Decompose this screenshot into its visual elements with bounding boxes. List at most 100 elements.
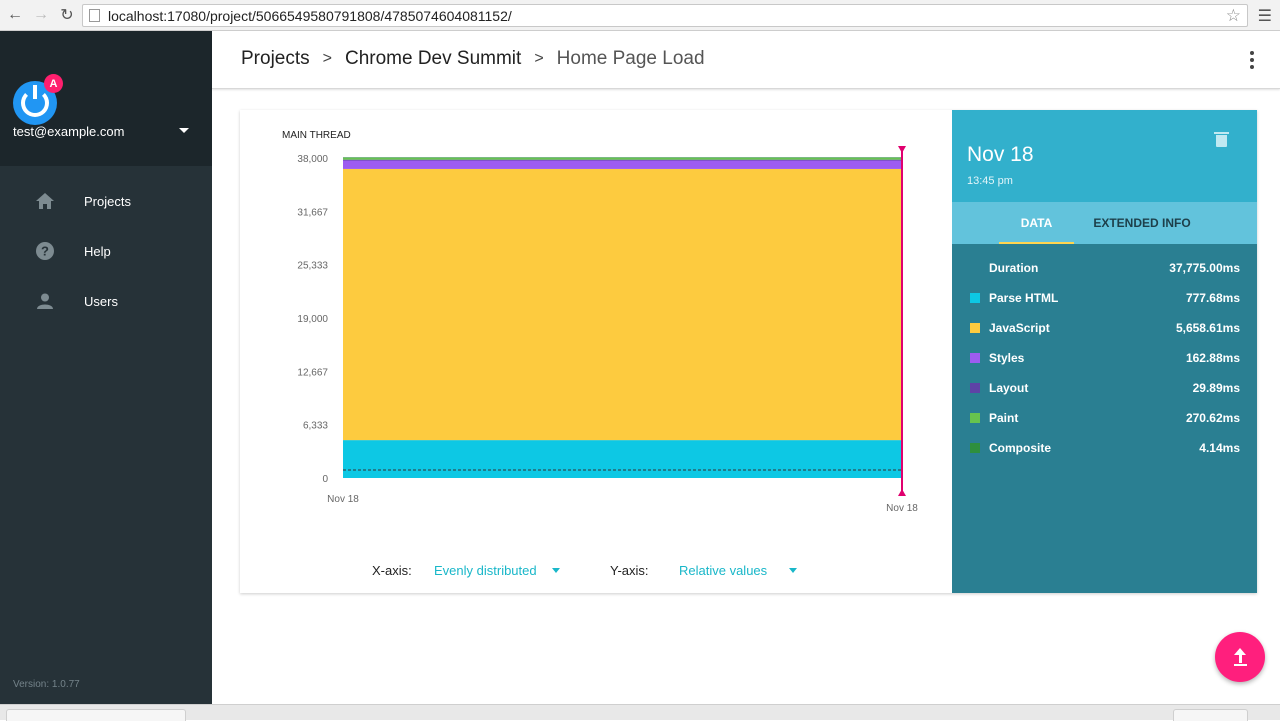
y-tick-label: 0 (322, 474, 328, 485)
more-vert-icon[interactable] (1250, 51, 1254, 69)
power-icon (21, 85, 49, 117)
y-tick-label: 25,333 (297, 261, 328, 272)
show-all-downloads-button[interactable] (1173, 709, 1248, 721)
sidebar: A test@example.com Projects ? Help Users… (0, 31, 212, 704)
detail-row: Layout 29.89ms (952, 378, 1257, 398)
reload-icon[interactable]: ↻ (56, 4, 78, 26)
detail-date: Nov 18 (967, 143, 1034, 166)
y-axis-label: Y-axis: (610, 563, 649, 578)
detail-row: Paint 270.62ms (952, 408, 1257, 428)
legend-swatch (970, 383, 980, 393)
detail-header: Nov 18 13:45 pm (952, 110, 1257, 202)
breadcrumb-projects[interactable]: Projects (241, 48, 310, 70)
area-series-javascript (343, 168, 902, 441)
detail-row-name: Styles (989, 351, 1025, 365)
logo-badge: A (44, 74, 63, 93)
y-tick-label: 19,000 (297, 314, 328, 325)
detail-row-name: Parse HTML (989, 291, 1059, 305)
y-tick-label: 12,667 (297, 367, 328, 378)
y-tick-label: 31,667 (297, 207, 328, 218)
legend-swatch (970, 353, 980, 363)
chart-title: MAIN THREAD (282, 130, 351, 141)
download-item[interactable] (6, 709, 186, 721)
tab-indicator (999, 242, 1074, 244)
selection-marker-top (898, 146, 906, 153)
page-icon (89, 9, 100, 22)
address-bar[interactable]: localhost:17080/project/5066549580791808… (82, 4, 1248, 27)
y-axis-select[interactable]: Relative values (679, 563, 767, 578)
y-tick-label: 38,000 (297, 154, 328, 165)
detail-row-value: 4.14ms (1199, 441, 1240, 455)
tab-data[interactable]: DATA (999, 202, 1074, 244)
detail-tabs: DATA EXTENDED INFO (952, 202, 1257, 244)
detail-row-value: 777.68ms (1185, 291, 1240, 305)
legend-swatch (970, 443, 980, 453)
sidebar-item-users[interactable]: Users (0, 276, 212, 326)
detail-row: Styles 162.88ms (952, 348, 1257, 368)
x-tick-label: Nov 18 (327, 494, 359, 505)
y-tick-label: 6,333 (303, 421, 328, 432)
detail-row-name: Layout (989, 381, 1029, 395)
bookmark-star-icon[interactable]: ☆ (1226, 6, 1241, 26)
upload-button[interactable] (1215, 632, 1265, 682)
detail-row-value: 162.88ms (1185, 351, 1240, 365)
url-text: localhost:17080/project/5066549580791808… (108, 7, 512, 24)
delete-icon[interactable] (1214, 132, 1229, 147)
detail-row: Composite 4.14ms (952, 438, 1257, 458)
detail-row-value: 270.62ms (1185, 411, 1240, 425)
legend-swatch (970, 293, 980, 303)
arrow-back-icon[interactable]: ← (4, 4, 26, 26)
home-icon (36, 192, 54, 210)
detail-row-value: 29.89ms (1192, 381, 1240, 395)
main-thread-chart[interactable]: MAIN THREAD 0 6,333 12,667 19,000 25,333 31,66… (240, 110, 952, 550)
svg-text:?: ? (41, 244, 49, 259)
detail-row-value: 37,775.00ms (1169, 261, 1240, 275)
user-email: test@example.com (13, 124, 125, 139)
detail-row: Duration 37,775.00ms (952, 258, 1257, 278)
area-series-parse-html (343, 440, 902, 478)
area-series-layout (343, 159, 902, 161)
area-series-paint (343, 158, 902, 160)
detail-row-name: Composite (989, 441, 1052, 455)
detail-time: 13:45 pm (967, 175, 1013, 187)
detail-row-name: JavaScript (989, 321, 1050, 335)
arrow-forward-icon[interactable]: → (30, 4, 52, 26)
detail-row-name: Paint (989, 411, 1019, 425)
detail-panel: Nov 18 13:45 pm DATA EXTENDED INFO Durat… (952, 110, 1257, 593)
legend-swatch (970, 323, 980, 333)
page-header: Projects > Chrome Dev Summit > Home Page… (212, 31, 1280, 89)
breadcrumb-project[interactable]: Chrome Dev Summit (345, 48, 521, 70)
area-series-composite (343, 157, 902, 158)
breadcrumb-separator: > (322, 50, 332, 67)
browser-toolbar: ← → ↻ localhost:17080/project/5066549580… (0, 0, 1280, 31)
y-axis-dropdown-icon[interactable] (789, 568, 797, 573)
browser-menu-icon[interactable]: ☰ (1258, 6, 1272, 26)
detail-row-name: Duration (989, 261, 1039, 275)
sidebar-item-label: Users (84, 293, 118, 309)
sidebar-item-projects[interactable]: Projects (0, 176, 212, 226)
version-text: Version: 1.0.77 (13, 679, 80, 690)
person-icon (36, 292, 54, 310)
x-tick-label: Nov 18 (886, 503, 918, 514)
detail-row: Parse HTML 777.68ms (952, 288, 1257, 308)
breadcrumb-current: Home Page Load (556, 48, 705, 69)
axis-controls: X-axis: Evenly distributed Y-axis: Relat… (240, 560, 952, 582)
area-series-styles (343, 160, 902, 169)
legend-swatch (970, 413, 980, 423)
sidebar-item-help[interactable]: ? Help (0, 226, 212, 276)
x-axis-dropdown-icon[interactable] (552, 568, 560, 573)
downloads-bar (0, 704, 1280, 721)
x-axis-select[interactable]: Evenly distributed (434, 563, 537, 578)
chart-area: MAIN THREAD 0 6,333 12,667 19,000 25,333 31,66… (240, 110, 952, 593)
account-dropdown-icon[interactable] (179, 128, 189, 133)
sidebar-item-label: Help (84, 243, 111, 259)
detail-row: JavaScript 5,658.61ms (952, 318, 1257, 338)
timeline-card: MAIN THREAD 0 6,333 12,667 19,000 25,333 31,66… (240, 110, 1257, 593)
detail-row-value: 5,658.61ms (1175, 321, 1240, 335)
breadcrumb-separator: > (534, 50, 544, 67)
sidebar-item-label: Projects (84, 193, 131, 209)
breadcrumb: Projects > Chrome Dev Summit > Home Page… (241, 48, 705, 70)
help-icon: ? (36, 242, 54, 260)
sidebar-header: A test@example.com (0, 31, 212, 166)
tab-extended-info[interactable]: EXTENDED INFO (1092, 202, 1192, 244)
